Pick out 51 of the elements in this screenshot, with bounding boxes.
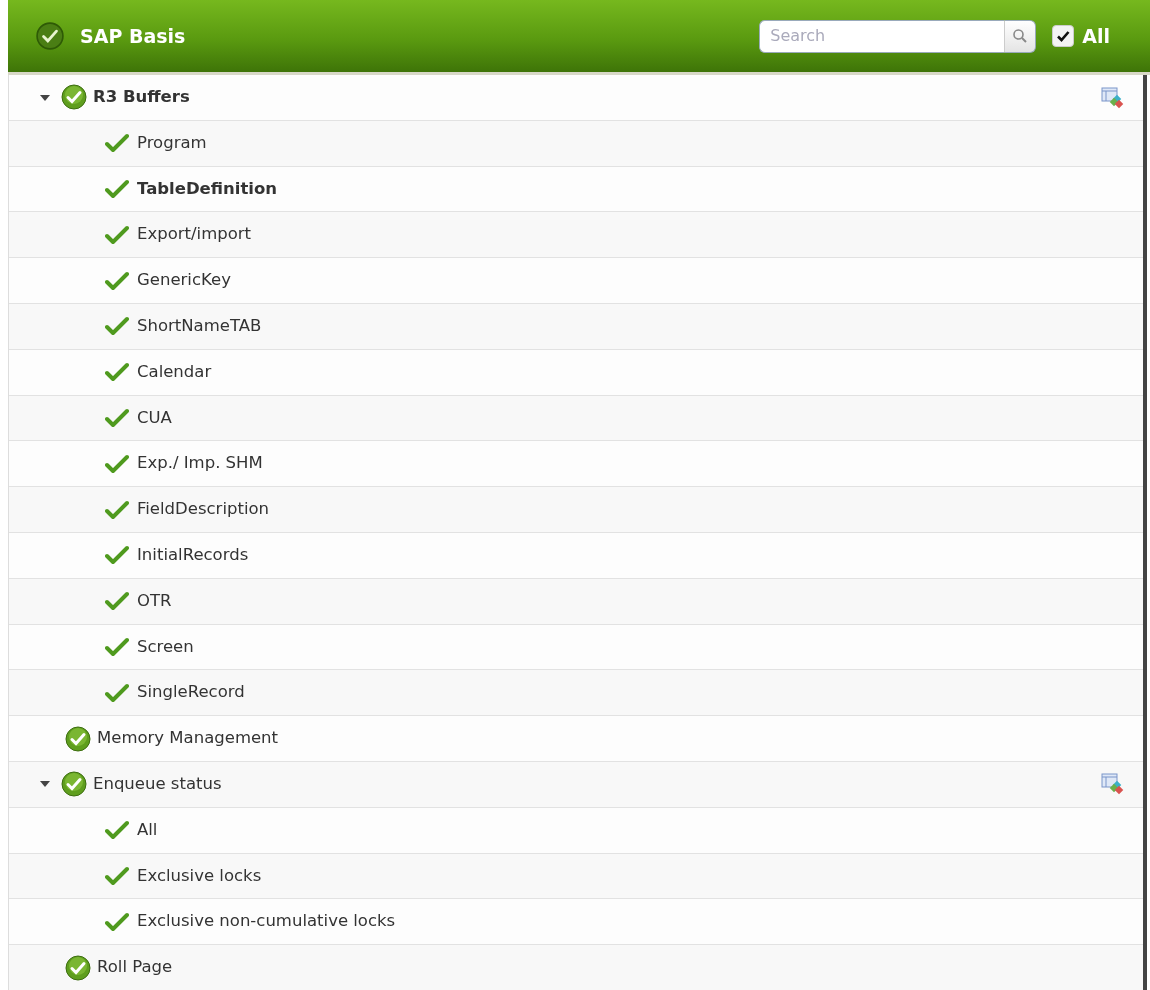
status-ok-icon — [65, 954, 91, 981]
tree-item-label[interactable]: TableDefinition — [137, 176, 278, 202]
checkmark-icon — [105, 453, 129, 474]
tree-item-label[interactable]: FieldDescription — [137, 497, 270, 522]
tree-group-label[interactable]: R3 Buffers — [93, 85, 190, 110]
tree-item-label[interactable]: Exclusive locks — [137, 863, 262, 889]
table-settings-icon[interactable] — [1101, 773, 1125, 796]
tree-item-label[interactable]: Export/import — [137, 222, 252, 248]
tree-group-label[interactable]: Roll Page — [97, 955, 173, 980]
status-ok-icon — [65, 725, 91, 752]
checkmark-icon — [105, 682, 129, 703]
checkmark-icon — [105, 407, 129, 428]
checkmark-icon — [105, 362, 129, 383]
search-button[interactable] — [1004, 19, 1037, 53]
checkmark-icon — [105, 316, 129, 337]
tree-item-label[interactable]: OTR — [137, 588, 172, 614]
tree-item-label[interactable]: CUA — [137, 405, 172, 431]
all-checkbox[interactable] — [1052, 25, 1075, 47]
tree-item-label[interactable]: Exp./ Imp. SHM — [137, 451, 263, 477]
tree-item-label[interactable]: SingleRecord — [137, 680, 245, 706]
status-ok-icon — [36, 22, 64, 50]
tree-item-label[interactable]: All — [137, 817, 158, 843]
tree-item-label[interactable]: Exclusive non-cumulative locks — [137, 909, 396, 935]
checkmark-icon — [105, 591, 129, 612]
checkmark-icon — [1056, 29, 1071, 43]
tree-item-label[interactable]: Calendar — [137, 359, 212, 385]
checkmark-icon — [105, 865, 129, 886]
tree-item-label[interactable]: InitialRecords — [137, 543, 249, 568]
status-ok-icon — [61, 84, 87, 111]
expand-caret-icon[interactable] — [39, 92, 51, 103]
checkmark-icon — [105, 499, 129, 520]
search-field[interactable]: Search — [759, 19, 1005, 53]
search-icon — [1012, 28, 1029, 44]
checkmark-icon — [105, 911, 129, 932]
checkmark-icon — [105, 545, 129, 566]
tree-item-label[interactable]: Screen — [137, 634, 194, 660]
tree-item-label[interactable]: Program — [137, 130, 207, 156]
checkmark-icon — [105, 636, 129, 657]
checkmark-icon — [105, 270, 129, 291]
status-ok-icon — [61, 771, 87, 798]
checkmark-icon — [105, 820, 129, 841]
checkmark-icon — [105, 179, 129, 199]
checkbox-label: All — [1082, 23, 1110, 49]
checkmark-icon — [105, 224, 129, 245]
tree-group-label[interactable]: Enqueue status — [93, 771, 222, 797]
tree-item-label[interactable]: ShortNameTAB — [137, 314, 262, 339]
checkmark-icon — [105, 133, 129, 154]
tree-item-label[interactable]: GenericKey — [137, 268, 231, 293]
header-title: SAP Basis — [80, 23, 186, 49]
table-settings-icon[interactable] — [1101, 86, 1125, 109]
tree-group-label[interactable]: Memory Management — [97, 726, 279, 751]
